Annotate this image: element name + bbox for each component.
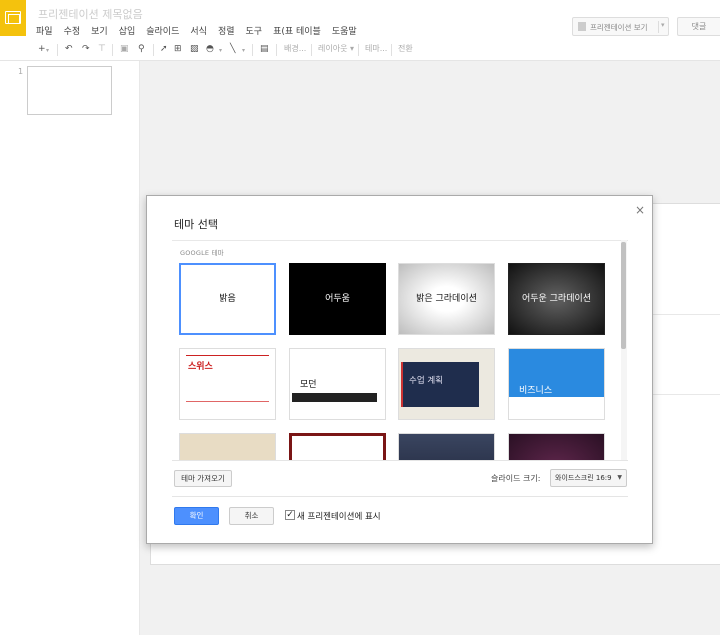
theme-swiss[interactable]: 스위스 bbox=[179, 348, 276, 420]
menu-table[interactable]: 표(표 테이블 bbox=[273, 24, 321, 37]
filmstrip bbox=[0, 61, 140, 635]
theme-dark[interactable]: 어두움 bbox=[289, 263, 386, 335]
play-icon bbox=[578, 22, 586, 31]
theme-beige[interactable] bbox=[179, 433, 276, 461]
line-icon[interactable]: ╲ bbox=[230, 43, 235, 55]
theme-name: 스위스 bbox=[188, 362, 213, 372]
theme-name: 밝은 그라데이션 bbox=[416, 294, 477, 304]
chevron-down-icon[interactable]: ▾ bbox=[661, 21, 665, 29]
theme-modern[interactable]: 모던 bbox=[289, 348, 386, 420]
theme-gallery: GOOGLE 테마 밝음 어두움 밝은 그라데이션 어두운 그라데이션 스위스 … bbox=[172, 240, 628, 461]
slides-logo-icon[interactable] bbox=[0, 0, 26, 36]
close-icon[interactable]: × bbox=[635, 203, 645, 217]
cancel-button[interactable]: 취소 bbox=[229, 507, 274, 525]
show-in-new-checkbox[interactable]: ✓ bbox=[285, 510, 295, 520]
image-icon[interactable]: ▨ bbox=[190, 43, 199, 55]
menu-file[interactable]: 파일 bbox=[36, 24, 53, 37]
theme-name: 어두운 그라데이션 bbox=[521, 294, 592, 304]
document-title[interactable]: 프리젠테이션 제목없음 bbox=[38, 6, 143, 22]
menu-insert[interactable]: 삽입 bbox=[119, 24, 136, 37]
theme-light[interactable]: 밝음 bbox=[179, 263, 276, 335]
chevron-down-icon[interactable]: ▾ bbox=[242, 45, 245, 57]
background-button[interactable]: 배경... bbox=[284, 43, 306, 55]
theme-navy[interactable] bbox=[398, 433, 495, 461]
theme-business[interactable]: 비즈니스 bbox=[508, 348, 605, 420]
present-label: 프리젠테이션 보기 bbox=[590, 23, 648, 32]
theme-name: 모던 bbox=[300, 380, 317, 390]
chevron-down-icon[interactable]: ▾ bbox=[219, 45, 222, 57]
theme-name: 밝음 bbox=[219, 294, 236, 304]
ok-button[interactable]: 확인 bbox=[174, 507, 219, 525]
text-box-icon[interactable]: ⊞ bbox=[174, 43, 182, 55]
menu-arrange[interactable]: 정렬 bbox=[218, 24, 235, 37]
present-button[interactable]: 프리젠테이션 보기 ▾ bbox=[572, 17, 669, 36]
shape-icon[interactable]: ◓ bbox=[206, 43, 214, 55]
slide-size-select[interactable]: 와이드스크린 16:9 ▼ bbox=[550, 469, 627, 487]
theme-name: 어두움 bbox=[325, 294, 350, 304]
theme-name: 수업 계획 bbox=[409, 376, 443, 386]
undo-icon[interactable]: ↶ bbox=[65, 43, 73, 55]
new-slide-icon[interactable]: + bbox=[38, 43, 46, 55]
chevron-down-icon: ▼ bbox=[617, 474, 622, 481]
chevron-down-icon[interactable]: ▾ bbox=[46, 45, 49, 57]
scrollbar-thumb[interactable] bbox=[621, 242, 626, 349]
menu-edit[interactable]: 수정 bbox=[64, 24, 81, 37]
show-in-new-label: 새 프리젠테이션에 표시 bbox=[297, 512, 381, 522]
theme-name: 비즈니스 bbox=[519, 386, 553, 396]
dialog-title: 테마 선택 bbox=[174, 218, 218, 231]
redo-icon[interactable]: ↷ bbox=[82, 43, 90, 55]
zoom-icon[interactable]: ⚲ bbox=[138, 43, 145, 55]
toolbar: + ▾ ↶ ↷ ⊤ ▣ ⚲ ➚ ⊞ ▨ ◓ ▾ ╲ ▾ ▤ 배경... 레이아웃… bbox=[0, 40, 720, 61]
menu-slide[interactable]: 슬라이드 bbox=[146, 24, 179, 37]
theme-plum[interactable] bbox=[508, 433, 605, 461]
select-icon[interactable]: ➚ bbox=[160, 43, 168, 55]
comments-button[interactable]: 댓글 bbox=[677, 17, 720, 36]
theme-dark-gradient[interactable]: 어두운 그라데이션 bbox=[508, 263, 605, 335]
theme-lesson-plan[interactable]: 수업 계획 bbox=[398, 348, 495, 420]
slide-number: 1 bbox=[18, 67, 24, 76]
menu-bar: 파일 수정 보기 삽입 슬라이드 서식 정렬 도구 표(표 테이블 도움말 bbox=[36, 24, 368, 37]
slide-size-value: 와이드스크린 16:9 bbox=[555, 474, 612, 482]
slide-size-label: 슬라이드 크기: bbox=[491, 474, 541, 483]
menu-tools[interactable]: 도구 bbox=[246, 24, 263, 37]
theme-light-gradient[interactable]: 밝은 그라데이션 bbox=[398, 263, 495, 335]
menu-help[interactable]: 도움말 bbox=[332, 24, 357, 37]
section-label: GOOGLE 테마 bbox=[180, 249, 224, 257]
theme-dark-red-border[interactable] bbox=[289, 433, 386, 461]
comment-icon[interactable]: ▤ bbox=[260, 43, 269, 55]
slide-thumbnail[interactable] bbox=[27, 66, 112, 115]
transition-button[interactable]: 전환 bbox=[398, 43, 413, 55]
zoom-fit-icon[interactable]: ▣ bbox=[120, 43, 129, 55]
layout-button[interactable]: 레이아웃 ▾ bbox=[318, 43, 354, 55]
theme-button[interactable]: 테마... bbox=[365, 43, 387, 55]
paint-format-icon[interactable]: ⊤ bbox=[98, 43, 106, 55]
import-theme-button[interactable]: 테마 가져오기 bbox=[174, 470, 232, 487]
theme-dialog: 테마 선택 × GOOGLE 테마 밝음 어두움 밝은 그라데이션 어두운 그라… bbox=[146, 195, 653, 544]
menu-view[interactable]: 보기 bbox=[91, 24, 108, 37]
menu-format[interactable]: 서식 bbox=[190, 24, 207, 37]
